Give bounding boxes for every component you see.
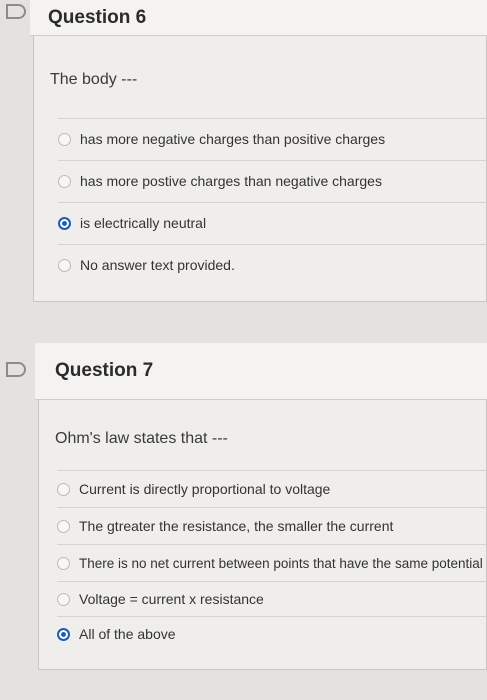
radio-button-icon[interactable] (57, 519, 70, 533)
question-7-prompt: Ohm's law states that --- (55, 430, 228, 447)
flag-question-6-icon[interactable] (6, 4, 26, 19)
answer-label: The gtreater the resistance, the smaller… (79, 518, 394, 534)
question-6-header: Question 6 (30, 0, 487, 36)
answer-label: Voltage = current x resistance (79, 591, 264, 607)
answer-label: All of the above (79, 626, 176, 642)
q7-answer-1[interactable]: Current is directly proportional to volt… (57, 470, 486, 507)
question-6-title: Question 6 (48, 6, 147, 28)
answer-label: No answer text provided. (80, 257, 235, 273)
flag-question-7-icon[interactable] (6, 362, 26, 377)
answer-label: has more postive charges than negative c… (80, 173, 382, 189)
radio-button-selected-icon[interactable] (58, 216, 71, 230)
radio-button-icon[interactable] (57, 556, 70, 570)
question-6-card: Question 6 The body --- has more negativ… (30, 0, 487, 302)
answer-label: has more negative charges than positive … (80, 131, 386, 147)
q6-answer-1[interactable]: has more negative charges than positive … (58, 118, 486, 159)
question-7-body: Ohm's law states that --- Current is dir… (38, 400, 487, 670)
question-7-title: Question 7 (55, 360, 154, 381)
question-7-card: Question 7 Ohm's law states that --- Cur… (30, 343, 487, 670)
q6-answer-4[interactable]: No answer text provided. (58, 244, 486, 285)
q7-answer-4[interactable]: Voltage = current x resistance (57, 581, 486, 616)
q7-answer-2[interactable]: The gtreater the resistance, the smaller… (57, 507, 486, 544)
q6-answer-2[interactable]: has more postive charges than negative c… (58, 160, 486, 201)
radio-button-selected-icon[interactable] (57, 627, 70, 641)
q7-answer-3[interactable]: There is no net current between points t… (57, 544, 486, 581)
answer-label: Current is directly proportional to volt… (79, 481, 331, 497)
radio-button-icon[interactable] (58, 258, 71, 272)
radio-button-icon[interactable] (57, 482, 70, 496)
question-7-header: Question 7 (35, 343, 487, 400)
radio-button-icon[interactable] (57, 592, 70, 606)
question-6-prompt: The body --- (50, 71, 138, 88)
answer-label: is electrically neutral (80, 215, 207, 231)
question-6-body: The body --- has more negative charges t… (33, 36, 487, 302)
q7-answer-5[interactable]: All of the above (57, 616, 486, 651)
radio-button-icon[interactable] (58, 174, 71, 188)
answer-label: There is no net current between points t… (79, 555, 483, 571)
q6-answer-3[interactable]: is electrically neutral (58, 202, 486, 243)
radio-button-icon[interactable] (58, 132, 71, 146)
